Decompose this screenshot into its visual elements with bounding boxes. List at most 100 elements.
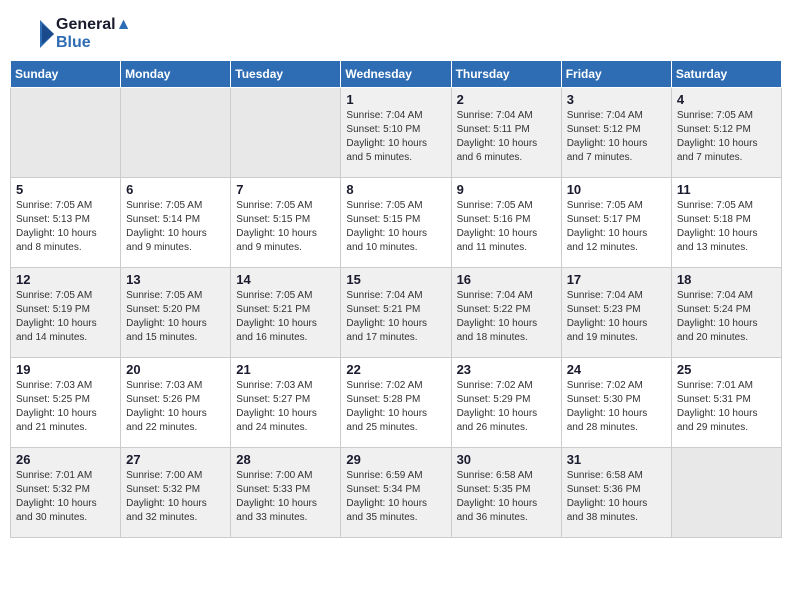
day-info: Sunrise: 6:58 AM Sunset: 5:35 PM Dayligh… xyxy=(457,469,556,525)
day-number: 14 xyxy=(236,272,335,287)
day-info: Sunrise: 7:00 AM Sunset: 5:33 PM Dayligh… xyxy=(236,469,335,525)
day-info: Sunrise: 7:01 AM Sunset: 5:32 PM Dayligh… xyxy=(16,469,115,525)
calendar-cell: 24 Sunrise: 7:02 AM Sunset: 5:30 PM Dayli… xyxy=(561,358,671,448)
day-info: Sunrise: 7:05 AM Sunset: 5:20 PM Dayligh… xyxy=(126,289,225,345)
logo: General▲ Blue xyxy=(20,16,131,52)
calendar-cell: 19Sunrise: 7:03 AM Sunset: 5:25 PM Dayli… xyxy=(11,358,121,448)
calendar-cell: 2 Sunrise: 7:04 AM Sunset: 5:11 PM Daylig… xyxy=(451,88,561,178)
day-number: 13 xyxy=(126,272,225,287)
day-number: 16 xyxy=(457,272,556,287)
weekday-header: Friday xyxy=(561,61,671,88)
logo-icon xyxy=(20,16,56,52)
day-info: Sunrise: 7:04 AM Sunset: 5:24 PM Dayligh… xyxy=(677,289,776,345)
day-number: 29 xyxy=(346,452,445,467)
calendar-cell: 20 Sunrise: 7:03 AM Sunset: 5:26 PM Dayli… xyxy=(121,358,231,448)
day-info: Sunrise: 7:05 AM Sunset: 5:17 PM Dayligh… xyxy=(567,199,666,255)
calendar-cell: 13 Sunrise: 7:05 AM Sunset: 5:20 PM Dayli… xyxy=(121,268,231,358)
day-info: Sunrise: 7:02 AM Sunset: 5:28 PM Dayligh… xyxy=(346,379,445,435)
day-number: 4 xyxy=(677,92,776,107)
day-info: Sunrise: 7:05 AM Sunset: 5:15 PM Dayligh… xyxy=(346,199,445,255)
day-number: 11 xyxy=(677,182,776,197)
calendar-cell: 25 Sunrise: 7:01 AM Sunset: 5:31 PM Dayli… xyxy=(671,358,781,448)
day-info: Sunrise: 7:04 AM Sunset: 5:10 PM Dayligh… xyxy=(346,109,445,165)
weekday-header: Saturday xyxy=(671,61,781,88)
day-info: Sunrise: 7:05 AM Sunset: 5:15 PM Dayligh… xyxy=(236,199,335,255)
weekday-header: Monday xyxy=(121,61,231,88)
day-info: Sunrise: 7:05 AM Sunset: 5:12 PM Dayligh… xyxy=(677,109,776,165)
calendar-cell: 21 Sunrise: 7:03 AM Sunset: 5:27 PM Dayli… xyxy=(231,358,341,448)
weekday-header: Thursday xyxy=(451,61,561,88)
calendar-cell: 1Sunrise: 7:04 AM Sunset: 5:10 PM Daylig… xyxy=(341,88,451,178)
day-info: Sunrise: 7:00 AM Sunset: 5:32 PM Dayligh… xyxy=(126,469,225,525)
day-number: 9 xyxy=(457,182,556,197)
day-number: 28 xyxy=(236,452,335,467)
page-header: General▲ Blue xyxy=(0,0,792,60)
day-info: Sunrise: 7:04 AM Sunset: 5:11 PM Dayligh… xyxy=(457,109,556,165)
day-info: Sunrise: 6:59 AM Sunset: 5:34 PM Dayligh… xyxy=(346,469,445,525)
calendar-cell: 18 Sunrise: 7:04 AM Sunset: 5:24 PM Dayli… xyxy=(671,268,781,358)
calendar-table: SundayMondayTuesdayWednesdayThursdayFrid… xyxy=(10,60,782,538)
calendar-row: 5 Sunrise: 7:05 AM Sunset: 5:13 PM Daylig… xyxy=(11,178,782,268)
calendar-cell: 29 Sunrise: 6:59 AM Sunset: 5:34 PM Dayli… xyxy=(341,448,451,538)
calendar-cell: 31 Sunrise: 6:58 AM Sunset: 5:36 PM Dayli… xyxy=(561,448,671,538)
calendar-cell: 30 Sunrise: 6:58 AM Sunset: 5:35 PM Dayli… xyxy=(451,448,561,538)
calendar-cell: 14 Sunrise: 7:05 AM Sunset: 5:21 PM Dayli… xyxy=(231,268,341,358)
day-info: Sunrise: 7:05 AM Sunset: 5:14 PM Dayligh… xyxy=(126,199,225,255)
day-info: Sunrise: 7:05 AM Sunset: 5:18 PM Dayligh… xyxy=(677,199,776,255)
day-info: Sunrise: 7:05 AM Sunset: 5:13 PM Dayligh… xyxy=(16,199,115,255)
day-number: 21 xyxy=(236,362,335,377)
day-info: Sunrise: 7:04 AM Sunset: 5:21 PM Dayligh… xyxy=(346,289,445,345)
calendar-cell: 4 Sunrise: 7:05 AM Sunset: 5:12 PM Daylig… xyxy=(671,88,781,178)
day-number: 12 xyxy=(16,272,115,287)
calendar-cell xyxy=(121,88,231,178)
day-info: Sunrise: 7:03 AM Sunset: 5:25 PM Dayligh… xyxy=(16,379,115,435)
weekday-header: Sunday xyxy=(11,61,121,88)
day-info: Sunrise: 6:58 AM Sunset: 5:36 PM Dayligh… xyxy=(567,469,666,525)
day-number: 10 xyxy=(567,182,666,197)
day-number: 20 xyxy=(126,362,225,377)
day-number: 24 xyxy=(567,362,666,377)
day-number: 22 xyxy=(346,362,445,377)
weekday-header: Wednesday xyxy=(341,61,451,88)
calendar-cell: 12Sunrise: 7:05 AM Sunset: 5:19 PM Dayli… xyxy=(11,268,121,358)
calendar-cell: 23Sunrise: 7:02 AM Sunset: 5:29 PM Dayli… xyxy=(451,358,561,448)
day-info: Sunrise: 7:04 AM Sunset: 5:22 PM Dayligh… xyxy=(457,289,556,345)
calendar-cell: 17 Sunrise: 7:04 AM Sunset: 5:23 PM Dayli… xyxy=(561,268,671,358)
day-info: Sunrise: 7:01 AM Sunset: 5:31 PM Dayligh… xyxy=(677,379,776,435)
calendar-row: 1Sunrise: 7:04 AM Sunset: 5:10 PM Daylig… xyxy=(11,88,782,178)
day-info: Sunrise: 7:02 AM Sunset: 5:30 PM Dayligh… xyxy=(567,379,666,435)
day-number: 2 xyxy=(457,92,556,107)
calendar-cell xyxy=(231,88,341,178)
day-info: Sunrise: 7:04 AM Sunset: 5:12 PM Dayligh… xyxy=(567,109,666,165)
calendar-cell: 9 Sunrise: 7:05 AM Sunset: 5:16 PM Daylig… xyxy=(451,178,561,268)
day-number: 31 xyxy=(567,452,666,467)
calendar-cell: 27 Sunrise: 7:00 AM Sunset: 5:32 PM Dayli… xyxy=(121,448,231,538)
calendar-cell: 16 Sunrise: 7:04 AM Sunset: 5:22 PM Dayli… xyxy=(451,268,561,358)
day-info: Sunrise: 7:03 AM Sunset: 5:27 PM Dayligh… xyxy=(236,379,335,435)
day-number: 5 xyxy=(16,182,115,197)
calendar-cell xyxy=(671,448,781,538)
day-number: 17 xyxy=(567,272,666,287)
day-number: 7 xyxy=(236,182,335,197)
calendar-row: 12Sunrise: 7:05 AM Sunset: 5:19 PM Dayli… xyxy=(11,268,782,358)
calendar-cell: 3 Sunrise: 7:04 AM Sunset: 5:12 PM Daylig… xyxy=(561,88,671,178)
calendar-cell: 28 Sunrise: 7:00 AM Sunset: 5:33 PM Dayli… xyxy=(231,448,341,538)
day-number: 30 xyxy=(457,452,556,467)
day-info: Sunrise: 7:05 AM Sunset: 5:21 PM Dayligh… xyxy=(236,289,335,345)
day-info: Sunrise: 7:04 AM Sunset: 5:23 PM Dayligh… xyxy=(567,289,666,345)
calendar-cell: 5 Sunrise: 7:05 AM Sunset: 5:13 PM Daylig… xyxy=(11,178,121,268)
calendar-cell: 10 Sunrise: 7:05 AM Sunset: 5:17 PM Dayli… xyxy=(561,178,671,268)
day-number: 27 xyxy=(126,452,225,467)
day-number: 26 xyxy=(16,452,115,467)
day-info: Sunrise: 7:05 AM Sunset: 5:16 PM Dayligh… xyxy=(457,199,556,255)
day-number: 18 xyxy=(677,272,776,287)
day-number: 15 xyxy=(346,272,445,287)
calendar-row: 26 Sunrise: 7:01 AM Sunset: 5:32 PM Dayli… xyxy=(11,448,782,538)
day-number: 8 xyxy=(346,182,445,197)
day-number: 3 xyxy=(567,92,666,107)
day-info: Sunrise: 7:03 AM Sunset: 5:26 PM Dayligh… xyxy=(126,379,225,435)
weekday-header: Tuesday xyxy=(231,61,341,88)
day-number: 25 xyxy=(677,362,776,377)
calendar-cell: 11 Sunrise: 7:05 AM Sunset: 5:18 PM Dayli… xyxy=(671,178,781,268)
logo-text: General▲ Blue xyxy=(56,16,131,52)
